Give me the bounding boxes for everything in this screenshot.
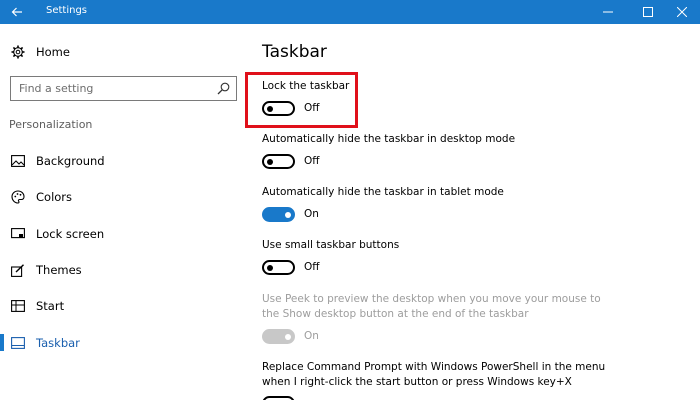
toggle-autohide-tablet[interactable]: [262, 207, 295, 222]
sidebar-item-themes[interactable]: Themes: [0, 252, 240, 288]
toggle-peek: [262, 329, 295, 344]
toggle-state: On: [304, 330, 319, 342]
sidebar-item-label: Background: [36, 154, 105, 168]
section-heading: Personalization: [9, 118, 93, 131]
sidebar-item-colors[interactable]: Colors: [0, 179, 240, 215]
sidebar-item-taskbar[interactable]: Taskbar: [0, 325, 240, 361]
lock-screen-icon: [10, 226, 26, 242]
maximize-icon: [643, 7, 653, 17]
back-button[interactable]: [0, 0, 34, 24]
toggle-knob: [285, 333, 291, 340]
minimize-button[interactable]: [588, 0, 628, 24]
minimize-icon: [603, 11, 613, 13]
sidebar-item-lock-screen[interactable]: Lock screen: [0, 216, 240, 252]
search-icon: [217, 82, 230, 95]
setting-label-powershell-line-1: Replace Command Prompt with Windows Powe…: [262, 361, 606, 373]
sidebar-item-label: Colors: [36, 190, 73, 204]
sidebar-item-start[interactable]: Start: [0, 288, 240, 324]
sidebar-item-label: Start: [36, 299, 65, 313]
sidebar-item-background[interactable]: Background: [0, 143, 240, 179]
window-title: Settings: [46, 5, 88, 16]
toggle-state: On: [304, 208, 319, 220]
search-input[interactable]: Find a setting: [10, 76, 237, 101]
toggle-state: Off: [304, 261, 320, 273]
setting-label-peek-line-2: the Show desktop button at the end of th…: [262, 308, 529, 320]
gear-icon: [10, 44, 26, 60]
toggle-autohide-desktop[interactable]: [262, 154, 295, 169]
highlight-box: [245, 72, 358, 128]
back-arrow-icon: [11, 7, 22, 17]
setting-label-autohide-desktop: Automatically hide the taskbar in deskto…: [262, 133, 516, 145]
toggle-powershell[interactable]: [262, 396, 295, 400]
picture-icon: [10, 153, 26, 169]
setting-label-powershell-line-2: when I right-click the start button or p…: [262, 376, 572, 388]
toggle-knob: [267, 158, 273, 165]
selection-indicator: [0, 334, 4, 351]
sidebar-item-label: Lock screen: [36, 227, 105, 241]
sidebar-item-label: Home: [36, 45, 70, 59]
toggle-knob: [285, 211, 291, 218]
page-title: Taskbar: [262, 42, 327, 62]
setting-label-autohide-tablet: Automatically hide the taskbar in tablet…: [262, 186, 504, 198]
palette-icon: [10, 189, 26, 205]
setting-label-small-buttons: Use small taskbar buttons: [262, 239, 400, 251]
close-icon: [677, 7, 687, 17]
sidebar-item-label: Themes: [36, 263, 82, 277]
toggle-state: Off: [304, 155, 320, 167]
setting-label-peek-line-1: Use Peek to preview the desktop when you…: [262, 293, 601, 305]
themes-icon: [10, 262, 26, 278]
sidebar-item-label: Taskbar: [36, 336, 80, 350]
toggle-knob: [267, 264, 273, 271]
title-bar: Settings: [0, 0, 700, 24]
search-placeholder: Find a setting: [19, 82, 94, 95]
sidebar-item-home[interactable]: Home: [0, 34, 240, 70]
close-button[interactable]: [662, 0, 700, 24]
taskbar-icon: [10, 335, 26, 351]
toggle-small-buttons[interactable]: [262, 260, 295, 275]
start-icon: [10, 298, 26, 314]
